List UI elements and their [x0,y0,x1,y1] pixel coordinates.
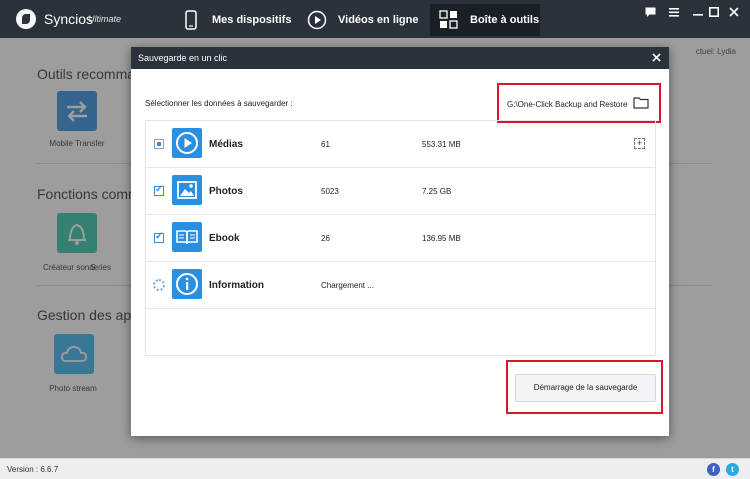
row-size: 7.25 GB [422,187,452,196]
backup-path[interactable]: G:\One-Click Backup and Restore [507,100,628,109]
row-size: 136.95 MB [422,234,461,243]
menu-icon[interactable] [664,4,684,22]
folder-icon[interactable] [633,96,649,109]
play-icon [172,128,202,158]
table-row: Médias 61 553.31 MB + [146,121,655,168]
maximize-icon[interactable] [704,4,724,22]
syncios-logo-icon [16,9,36,29]
tab-my-devices[interactable]: Mes dispositifs [180,4,292,36]
dialog-header: Sauvegarde en un clic [131,47,669,69]
grid-icon [438,9,460,31]
dialog-close-button[interactable] [649,47,663,69]
book-icon [172,222,202,252]
twitter-icon[interactable]: t [726,463,739,476]
data-table: Médias 61 553.31 MB + Photos 5023 7.25 G… [145,120,656,356]
row-count: 5023 [321,187,339,196]
app-name: Syncios [44,11,94,27]
tab-label: Mes dispositifs [212,14,292,26]
table-row: Ebook 26 136.95 MB [146,215,655,262]
title-bar: Syncios Ultimate Mes dispositifs Vidéos … [0,0,750,38]
row-count: 26 [321,234,330,243]
select-data-label: Sélectionner les données à sauvegarder : [145,99,293,108]
version-label: Version : 6.6.7 [7,465,59,474]
chat-icon[interactable] [640,4,660,22]
close-icon [651,53,661,62]
tab-online-videos[interactable]: Vidéos en ligne [306,4,422,36]
app-edition: Ultimate [88,14,122,24]
row-checkbox[interactable] [154,231,164,243]
start-backup-button[interactable]: Démarrage de la sauvegarde [515,374,656,402]
row-name: Ebook [209,233,240,244]
row-name: Information [209,280,264,291]
status-bar: Version : 6.6.7 f t [0,458,750,479]
info-icon [172,269,202,299]
row-size: 553.31 MB [422,140,461,149]
row-status: Chargement ... [321,281,374,290]
image-icon [172,175,202,205]
phone-icon [180,9,202,31]
loading-spinner-icon [153,279,165,291]
expand-button[interactable]: + [634,138,645,149]
table-row: Information Chargement ... [146,262,655,309]
tab-toolbox[interactable]: Boîte à outils [430,4,540,36]
play-circle-icon [306,9,328,31]
tab-label: Boîte à outils [470,14,540,26]
row-checkbox[interactable] [154,184,164,196]
facebook-icon[interactable]: f [707,463,720,476]
table-row: Photos 5023 7.25 GB [146,168,655,215]
row-count: 61 [321,140,330,149]
row-name: Médias [209,139,243,150]
backup-dialog: Sauvegarde en un clic Sélectionner les d… [131,47,669,436]
row-name: Photos [209,186,243,197]
close-icon[interactable] [724,4,744,22]
tab-label: Vidéos en ligne [338,14,419,26]
row-checkbox[interactable] [154,139,164,149]
dialog-title: Sauvegarde en un clic [138,53,228,63]
